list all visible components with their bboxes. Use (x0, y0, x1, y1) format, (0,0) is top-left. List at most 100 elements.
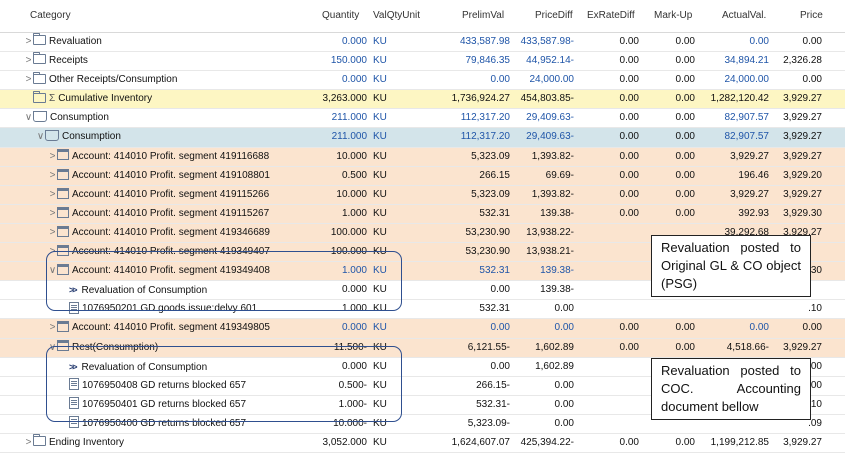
cell-pricediff: 44,952.14- (526, 55, 574, 67)
table-row[interactable]: ∨ Consumption 211.000 KU 112,317.20 29,409.63… (0, 128, 845, 148)
cell-exratediff: 0.00 (619, 36, 639, 47)
chevron-down-icon[interactable]: ∨ (24, 109, 33, 127)
cell-unit: KU (373, 112, 387, 124)
row-category: > Ending Inventory (0, 434, 334, 452)
cell-pricediff: 425,394.22- (520, 436, 574, 448)
chevron-right-icon[interactable]: > (24, 434, 33, 452)
chevron-right-icon[interactable]: > (48, 186, 57, 204)
cell-quantity: 1.000 (341, 207, 367, 219)
cell-actualval: 34,894.21 (724, 55, 770, 67)
account-icon (57, 168, 69, 180)
folder-icon (33, 52, 46, 65)
col-header-valqtyunit[interactable]: ValQtyUnit (373, 0, 420, 32)
cell-actualval: 392.93 (738, 207, 769, 219)
col-header-price[interactable]: Price (800, 0, 823, 32)
table-row[interactable]: > Revaluation 0.000 KU 433,587.98 433,587.98-… (0, 33, 845, 53)
row-category: > Other Receipts/Consumption (0, 71, 334, 89)
table-row[interactable]: > Other Receipts/Consumption 0.000 KU 0.00 24… (0, 71, 845, 91)
cell-quantity: 10.000 (336, 188, 367, 200)
table-row[interactable]: > Account: 414010 Profit. segment 4193498… (0, 319, 845, 339)
col-header-markup[interactable]: Mark-Up (654, 0, 692, 32)
cell-actualval: 3,929.27 (730, 150, 769, 162)
cell-unit: KU (373, 36, 387, 47)
cell-prelimval: 6,121.55- (467, 341, 510, 353)
cell-unit: KU (373, 322, 387, 334)
chevron-right-icon[interactable]: > (24, 71, 33, 89)
cell-price: 0.00 (802, 322, 822, 334)
cell-unit: KU (373, 55, 387, 67)
table-row[interactable]: > Account: 414010 Profit. segment 4191166… (0, 147, 845, 167)
cell-exratediff: 0.00 (619, 322, 639, 334)
table-row[interactable]: > Account: 414010 Profit. segment 4191152… (0, 204, 845, 224)
cell-actualval: 196.46 (738, 169, 769, 181)
cell-price: 0.00 (802, 36, 822, 47)
cell-unit: KU (373, 436, 387, 448)
cell-price: 3,929.27 (783, 93, 822, 105)
cell-exratediff: 0.00 (619, 93, 639, 105)
folder-icon (33, 90, 46, 103)
cell-price: .10 (808, 303, 822, 315)
row-label: Consumption (62, 131, 121, 143)
cell-prelimval: 112,317.20 (460, 131, 510, 143)
row-label: Account: 414010 Profit. segment 41911526… (72, 188, 270, 200)
cell-markup (640, 300, 695, 318)
cell-prelimval: 79,846.35 (465, 55, 511, 67)
row-category: > Revaluation (0, 33, 334, 51)
cell-prelimval: 532.31 (479, 303, 510, 315)
col-header-exratediff[interactable]: ExRateDiff (587, 0, 635, 32)
cell-quantity: 211.000 (331, 112, 367, 124)
cell-exratediff: 0.00 (619, 112, 639, 124)
row-label: Account: 414010 Profit. segment 41911526… (72, 207, 270, 219)
chevron-right-icon[interactable]: > (24, 33, 33, 51)
cell-markup: 0.00 (675, 150, 695, 162)
chevron-down-icon[interactable]: ∨ (36, 128, 45, 146)
col-header-prelimval[interactable]: PrelimVal (462, 0, 504, 32)
chevron-right-icon[interactable]: > (48, 148, 57, 166)
cell-pricediff: 0.00 (554, 303, 574, 315)
col-header-quantity[interactable]: Quantity (322, 0, 359, 32)
highlight-box-coc (46, 251, 402, 311)
cell-exratediff: 0.00 (619, 188, 639, 200)
cell-exratediff: 0.00 (619, 131, 639, 143)
row-label: Ending Inventory (49, 436, 125, 448)
table-row[interactable]: ∨ Consumption 211.000 KU 112,317.20 29,409.63… (0, 109, 845, 129)
cell-pricediff: 0.00 (554, 417, 574, 429)
table-row[interactable]: Σ Cumulative Inventory 3,263.000 KU 1,736,92… (0, 90, 845, 110)
col-header-pricediff[interactable]: PriceDiff (535, 0, 573, 32)
cell-prelimval: 112,317.20 (460, 112, 510, 124)
col-header-category[interactable]: Category (30, 0, 71, 32)
cell-price: 3,929.27 (783, 341, 822, 353)
cell-exratediff (575, 224, 639, 242)
chevron-right-icon[interactable]: > (48, 167, 57, 185)
cell-price: 3,929.27 (783, 188, 822, 200)
cell-markup: 0.00 (675, 74, 695, 86)
cell-prelimval: 53,230.90 (465, 246, 511, 258)
cell-price: 3,929.27 (783, 131, 822, 143)
col-header-actualval[interactable]: ActualVal. (722, 0, 766, 32)
cell-pricediff: 1,602.89 (535, 360, 574, 372)
cell-price: 3,929.27 (783, 112, 822, 124)
cell-actualval: 82,907.57 (724, 131, 770, 143)
cell-quantity: 211.000 (331, 131, 367, 143)
chevron-right-icon[interactable]: > (48, 224, 57, 242)
cell-exratediff (575, 396, 639, 414)
cell-markup: 0.00 (675, 131, 695, 143)
table-row[interactable]: > Account: 414010 Profit. segment 4191152… (0, 185, 845, 205)
chevron-right-icon[interactable]: > (24, 52, 33, 70)
cell-markup: 0.00 (675, 436, 695, 448)
cell-price: 3,929.30 (783, 207, 822, 219)
cell-quantity: 10.000 (336, 150, 367, 162)
cell-price: 0.00 (802, 74, 822, 86)
table-row[interactable]: > Receipts 150.000 KU 79,846.35 44,952.14- 0.0… (0, 52, 845, 72)
table-row[interactable]: > Ending Inventory 3,052.000 KU 1,624,607.07… (0, 434, 845, 453)
account-icon (57, 321, 69, 333)
table-row[interactable]: > Account: 414010 Profit. segment 4191088… (0, 166, 845, 186)
row-label: Other Receipts/Consumption (49, 74, 178, 86)
chevron-right-icon[interactable]: > (48, 319, 57, 337)
cell-price: 2,326.28 (783, 55, 822, 67)
chevron-right-icon[interactable]: > (48, 205, 57, 223)
cell-pricediff: 69.69- (545, 169, 574, 181)
cell-actualval: 82,907.57 (724, 112, 770, 124)
cell-price: 3,929.20 (783, 169, 822, 181)
cell-exratediff (575, 358, 639, 376)
